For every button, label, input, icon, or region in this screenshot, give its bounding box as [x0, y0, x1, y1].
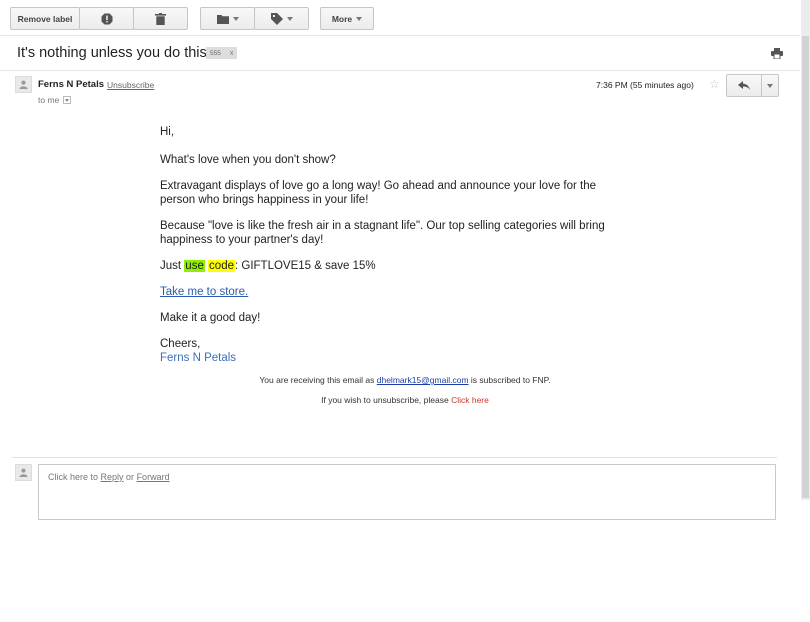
scrollbar[interactable]: [801, 0, 810, 500]
print-icon[interactable]: [771, 48, 783, 59]
recipient-text: to me: [38, 95, 60, 105]
forward-link[interactable]: Forward: [137, 472, 170, 482]
sender-avatar: [15, 76, 32, 93]
message-time: 7:36 PM (55 minutes ago): [596, 80, 694, 90]
label-chip[interactable]: 555 x: [206, 47, 238, 59]
label-chip-text: 555: [210, 49, 221, 57]
delete-button[interactable]: [133, 7, 188, 30]
promo-suffix: : GIFTLOVE15 & save 15%: [234, 260, 376, 272]
reply-link[interactable]: Reply: [101, 472, 124, 482]
reply-arrow-icon: [738, 81, 750, 90]
my-avatar: [15, 464, 32, 481]
store-link-line: Take me to store.: [160, 285, 248, 299]
labels-button[interactable]: [254, 7, 309, 30]
reply-box[interactable]: Click here to Reply or Forward: [38, 464, 776, 520]
show-details-toggle[interactable]: [63, 96, 72, 104]
more-label: More: [331, 13, 353, 24]
body-paragraph-3-line-1: Because "love is like the fresh air in a…: [160, 220, 605, 232]
scrollbar-thumb[interactable]: [802, 36, 809, 498]
footer-line-2: If you wish to unsubscribe, please Click…: [0, 395, 810, 405]
signature-block: Cheers, Ferns N Petals: [160, 337, 236, 365]
chevron-down-icon: [767, 83, 773, 88]
move-to-button[interactable]: [200, 7, 255, 30]
toolbar: Remove label More: [0, 0, 800, 36]
folder-icon: [216, 14, 229, 24]
reply-or: or: [123, 472, 137, 482]
person-icon: [19, 80, 28, 89]
recipient-line: to me: [38, 95, 72, 105]
sender-name: Ferns N Petals: [38, 79, 104, 90]
remove-label-x[interactable]: x: [230, 50, 234, 57]
body-paragraph-2-line-2: person who brings happiness in your life…: [160, 194, 369, 206]
footer-click-here-link[interactable]: Click here: [451, 395, 489, 405]
reply-divider: [12, 457, 777, 458]
body-paragraph-2-line-1: Extravagant displays of love go a long w…: [160, 180, 597, 192]
promo-prefix: Just: [160, 260, 185, 272]
highlight-code: code: [208, 260, 235, 272]
body-paragraph-3: Because "love is like the fresh air in a…: [160, 219, 605, 247]
more-button[interactable]: More: [320, 7, 374, 30]
body-paragraph-1: What's love when you don't show?: [160, 154, 336, 166]
remove-label-text: Remove label: [17, 13, 73, 24]
chevron-down-icon: [65, 98, 70, 102]
body-paragraph-2: Extravagant displays of love go a long w…: [160, 179, 596, 207]
footer-email-link[interactable]: dhelmark15@gmail.com: [377, 375, 469, 385]
chevron-down-icon: [356, 16, 363, 21]
chevron-down-icon: [232, 16, 239, 21]
tag-icon: [270, 12, 283, 25]
reply-prompt-prefix: Click here to: [48, 472, 101, 482]
footer-prefix: You are receiving this email as: [259, 375, 377, 385]
reply-button[interactable]: [727, 75, 762, 96]
subject-row: It's nothing unless you do this.. 555 x: [0, 37, 800, 71]
person-icon: [19, 468, 28, 477]
more-actions-button[interactable]: [762, 75, 778, 96]
signature-name: Ferns N Petals: [160, 352, 237, 364]
promo-code-line: Just use code: GIFTLOVE15 & save 15%: [160, 259, 376, 273]
reply-button-group: [726, 74, 779, 97]
body-paragraph-3-line-2: happiness to your partner's day!: [160, 234, 324, 246]
report-spam-icon: [101, 13, 112, 24]
store-link[interactable]: Take me to store.: [160, 286, 248, 298]
star-icon[interactable]: ☆: [709, 77, 720, 91]
footer-suffix: is subscribed to FNP.: [468, 375, 551, 385]
report-spam-button[interactable]: [79, 7, 134, 30]
unsubscribe-link[interactable]: Unsubscribe: [107, 80, 154, 90]
footer-line-1: You are receiving this email as dhelmark…: [0, 375, 810, 385]
cheers-text: Cheers,: [160, 338, 201, 350]
highlight-use: use: [184, 260, 205, 272]
email-subject: It's nothing unless you do this..: [17, 45, 215, 61]
trash-icon: [155, 12, 166, 25]
body-closing: Make it a good day!: [160, 312, 261, 324]
chevron-down-icon: [286, 16, 293, 21]
remove-label-button[interactable]: Remove label: [10, 7, 80, 30]
reply-prompt: Click here to Reply or Forward: [48, 472, 170, 482]
footer-unsub-prefix: If you wish to unsubscribe, please: [321, 395, 452, 405]
body-greeting: Hi,: [160, 126, 175, 138]
